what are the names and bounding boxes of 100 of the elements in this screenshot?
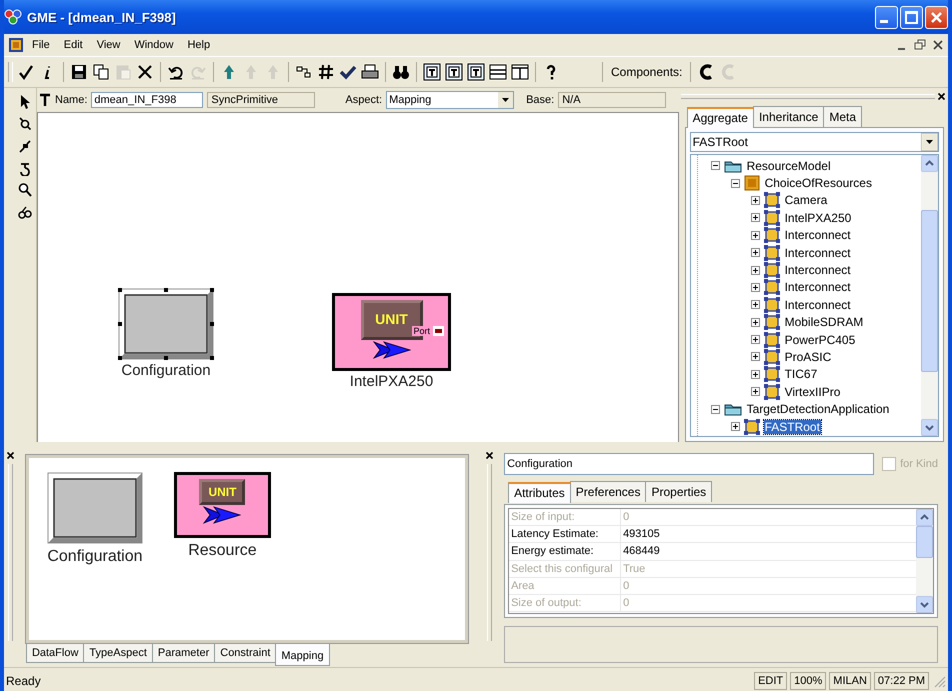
aspect-tab[interactable]: TypeAspect (83, 643, 153, 663)
model-icon (764, 244, 780, 261)
tree-item[interactable]: ProASIC (784, 350, 832, 364)
hash-icon[interactable] (317, 63, 335, 81)
scrollbar[interactable] (916, 509, 933, 613)
scrollbar[interactable] (921, 155, 938, 436)
expand-icon[interactable] (750, 248, 760, 258)
check-icon[interactable] (17, 63, 35, 81)
inspector-tab[interactable]: Attributes (508, 482, 571, 503)
aspect-tab[interactable]: DataFlow (26, 643, 84, 663)
search-icon[interactable] (18, 182, 32, 198)
tree-item[interactable]: Camera (784, 193, 828, 208)
boxed-letter-icon[interactable] (423, 63, 441, 81)
panel-icon[interactable] (511, 63, 529, 81)
save-icon[interactable] (70, 63, 88, 81)
object-name-field[interactable]: Configuration (504, 453, 874, 475)
expand-icon[interactable] (750, 196, 760, 205)
close-icon[interactable] (937, 92, 946, 100)
tree-item[interactable]: IntelPXA250 (784, 210, 852, 225)
unit-block[interactable]: UNIT Port (332, 293, 451, 371)
close-icon[interactable] (484, 451, 494, 460)
configuration-box[interactable] (118, 288, 214, 360)
attribute-value[interactable]: 468449 (621, 543, 916, 561)
boxed-letter-icon[interactable] (445, 63, 463, 81)
tree-item[interactable]: Interconnect (784, 280, 852, 294)
window-title: GME - [dmean_IN_F398] (27, 10, 176, 24)
aspect-dropdown[interactable]: Mapping (386, 91, 514, 109)
tree-item[interactable]: Interconnect (784, 298, 852, 312)
tree-item[interactable]: MobileSDRAM (784, 315, 864, 330)
tree-item[interactable]: TIC67 (784, 367, 818, 382)
port-icon[interactable] (433, 326, 444, 336)
tree-item[interactable]: FASTRoot (764, 420, 821, 434)
menu-item[interactable]: File (26, 38, 56, 52)
connect-icon[interactable] (18, 138, 32, 154)
unit-block[interactable]: UNIT (174, 472, 271, 538)
close-icon[interactable] (6, 451, 16, 460)
node-label: Configuration (121, 362, 211, 379)
browser-tab[interactable]: Meta (823, 106, 862, 127)
model-icon (764, 210, 780, 226)
inspector-tab[interactable]: Preferences (570, 481, 646, 502)
browser-tab[interactable]: Aggregate (686, 107, 754, 128)
resize-grip-icon[interactable] (932, 674, 946, 688)
name-field[interactable]: dmean_IN_F398 (91, 92, 204, 108)
restore-icon[interactable] (914, 39, 926, 51)
close-icon[interactable] (932, 39, 944, 51)
tree-item[interactable]: ResourceModel (746, 158, 832, 173)
aspect-tab[interactable]: Parameter (152, 643, 216, 663)
collapse-icon[interactable] (710, 161, 720, 170)
menu-item[interactable]: Window (128, 38, 180, 52)
expand-icon[interactable] (750, 266, 760, 275)
printer-icon[interactable] (361, 63, 379, 81)
tree-item[interactable]: Interconnect (784, 228, 852, 242)
part-label: Configuration (47, 548, 143, 566)
expand-icon[interactable] (750, 335, 760, 344)
maximize-button[interactable] (900, 6, 923, 28)
collapse-icon[interactable] (710, 404, 720, 414)
glasses-icon[interactable] (18, 204, 32, 220)
delete-icon[interactable] (136, 63, 154, 81)
browser-tab[interactable]: Inheritance (752, 106, 824, 127)
tree-item[interactable]: VirtexIIPro (784, 384, 842, 399)
expand-icon[interactable] (750, 230, 760, 240)
inspector-tab[interactable]: Properties (645, 481, 712, 502)
document-icon[interactable] (8, 37, 24, 53)
model-icon (764, 262, 780, 278)
boxed-letter-icon[interactable] (467, 63, 485, 81)
expand-icon[interactable] (750, 387, 760, 396)
minimize-button[interactable] (875, 6, 898, 28)
chevron-icon (372, 340, 412, 360)
model-icon (744, 418, 760, 435)
tree-item[interactable]: PowerPC405 (784, 332, 856, 347)
text-tool-icon[interactable] (39, 93, 51, 107)
expand-icon[interactable] (750, 300, 760, 310)
status-pane: 100% (790, 672, 826, 690)
menu-item[interactable]: View (90, 38, 126, 52)
checkmark-icon[interactable] (339, 63, 357, 81)
tree-item[interactable]: TargetDetectionApplication (746, 402, 890, 416)
list-icon[interactable] (489, 63, 507, 81)
pointer-icon[interactable] (18, 94, 32, 110)
expand-icon[interactable] (750, 370, 760, 379)
menu-item[interactable]: Help (181, 38, 216, 52)
copy-icon[interactable] (92, 63, 110, 81)
close-button[interactable] (925, 6, 948, 28)
status-pane: EDIT (754, 672, 788, 690)
tree-item[interactable]: Interconnect (784, 263, 852, 278)
expand-icon[interactable] (730, 422, 740, 432)
zoom-icon[interactable] (18, 116, 32, 132)
attribute-value[interactable]: 493105 (621, 526, 916, 544)
expand-icon[interactable] (750, 282, 760, 292)
expand-icon[interactable] (750, 213, 760, 222)
menu-item[interactable]: Edit (58, 38, 89, 52)
binoculars-icon[interactable] (392, 63, 410, 81)
root-dropdown[interactable]: FASTRoot (690, 132, 939, 152)
expand-icon[interactable] (750, 352, 760, 362)
tree-item[interactable]: Interconnect (784, 246, 852, 260)
aspect-tab[interactable]: Constraint (214, 643, 276, 663)
aspect-tab[interactable]: Mapping (275, 643, 330, 666)
attribute-name: Size of input: (509, 509, 622, 526)
collapse-icon[interactable] (730, 178, 740, 188)
tree-item[interactable]: ChoiceOfResources (764, 176, 873, 190)
expand-icon[interactable] (750, 318, 760, 327)
